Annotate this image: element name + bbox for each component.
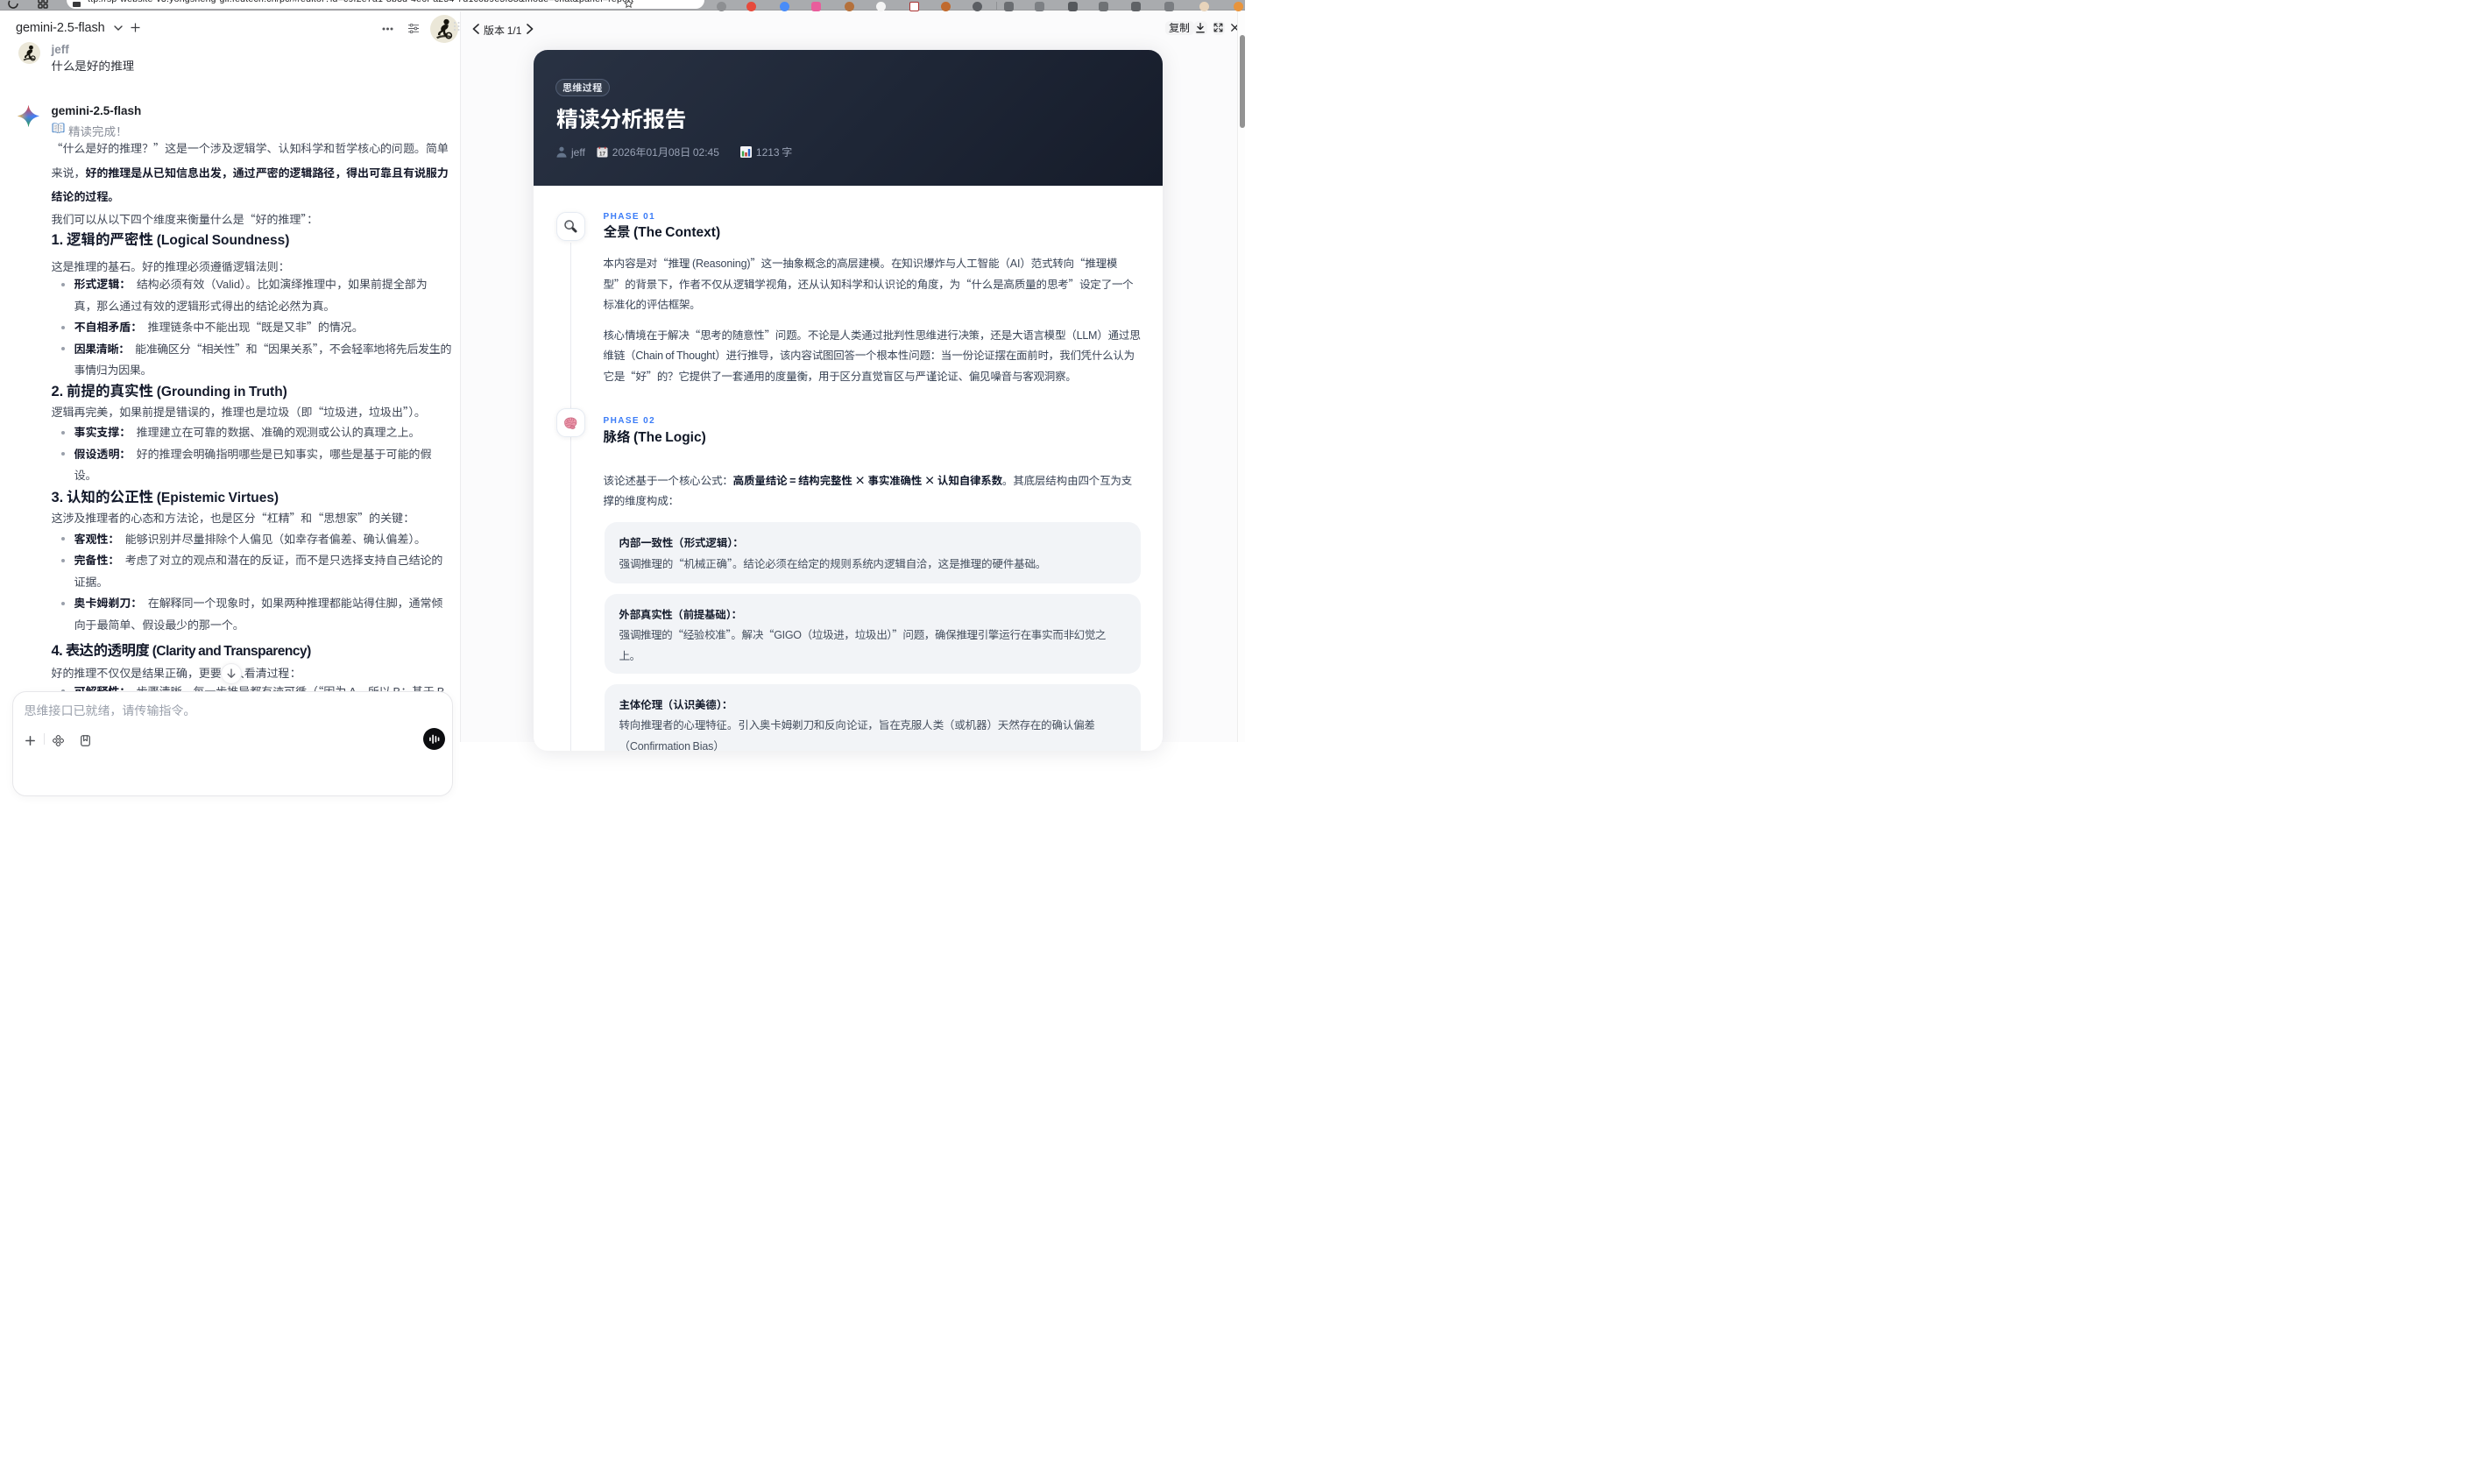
svg-text:17: 17 <box>599 149 606 158</box>
